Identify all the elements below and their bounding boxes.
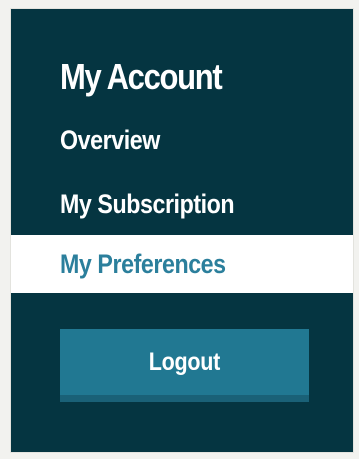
menu-item-my-preferences[interactable]: My Preferences bbox=[11, 235, 353, 293]
account-menu-title: My Account bbox=[60, 56, 223, 97]
menu-item-label: Overview bbox=[60, 125, 160, 155]
menu-item-my-subscription[interactable]: My Subscription bbox=[11, 175, 353, 233]
menu-item-overview[interactable]: Overview bbox=[11, 111, 353, 169]
account-menu-panel: My Account Overview My Subscription My P… bbox=[11, 9, 353, 452]
menu-item-label: My Preferences bbox=[60, 249, 226, 279]
logout-button[interactable]: Logout bbox=[60, 329, 309, 402]
menu-item-label: My Subscription bbox=[60, 189, 235, 219]
logout-button-label: Logout bbox=[148, 348, 221, 376]
